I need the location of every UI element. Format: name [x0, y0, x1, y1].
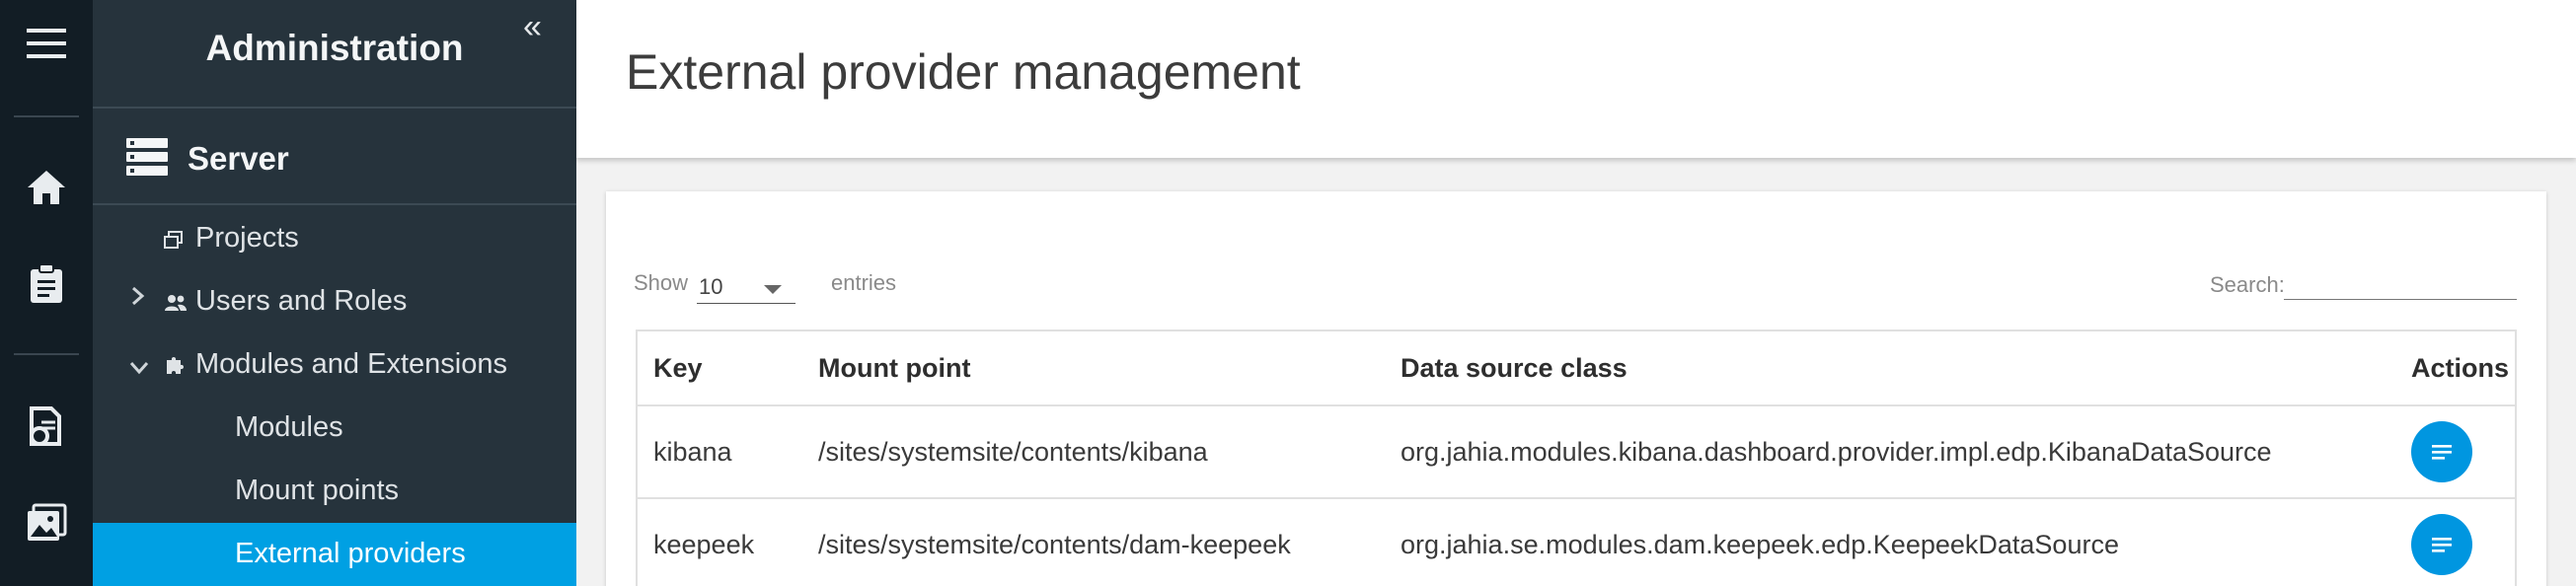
table-header-row: Key Mount point Data source class Action… — [636, 330, 2517, 406]
cell-key: keepeek — [636, 498, 802, 586]
column-header-mount-point[interactable]: Mount point — [802, 330, 1385, 406]
column-header-data-source-class[interactable]: Data source class — [1385, 330, 2395, 406]
column-header-key[interactable]: Key — [636, 330, 802, 406]
sidebar-item-label: Mount points — [235, 475, 400, 506]
users-icon — [164, 288, 188, 321]
sidebar-item-modules-and-extensions[interactable]: Modules and Extensions — [93, 333, 576, 397]
search-input[interactable] — [2284, 266, 2517, 300]
cell-actions — [2395, 405, 2517, 499]
clipboard-icon[interactable] — [0, 255, 93, 314]
lines-icon — [2432, 538, 2452, 552]
sidebar-item-mount-points[interactable]: Mount points — [93, 460, 576, 523]
page-length-value: 10 — [699, 274, 723, 299]
chevron-down-icon[interactable] — [128, 351, 150, 383]
caret-down-icon — [764, 285, 782, 294]
main-content: External provider management Show 10 ent… — [576, 0, 2576, 586]
chevron-right-icon[interactable] — [130, 282, 146, 314]
sidebar-item-label: Users and Roles — [195, 285, 408, 317]
column-header-actions: Actions — [2395, 330, 2517, 406]
puzzle-icon — [164, 351, 186, 384]
server-icon — [126, 138, 168, 181]
cell-key: kibana — [636, 405, 802, 499]
document-gear-icon[interactable] — [0, 397, 93, 456]
sidebar-item-label: External providers — [235, 538, 466, 569]
lines-icon — [2432, 445, 2452, 460]
collapse-sidebar-button[interactable]: « — [523, 8, 542, 46]
sidebar-item-label: Modules and Extensions — [195, 348, 507, 380]
sidebar-section-server[interactable]: Server — [93, 110, 576, 205]
cell-data-source-class: org.jahia.modules.kibana.dashboard.provi… — [1385, 405, 2395, 499]
home-icon[interactable] — [0, 158, 93, 217]
sidebar-item-label: Modules — [235, 411, 343, 443]
sidebar-item-users-and-roles[interactable]: Users and Roles — [93, 270, 576, 333]
sidebar-header: Administration « — [93, 0, 576, 109]
menu-icon[interactable] — [0, 14, 93, 73]
providers-card: Show 10 entries Search: Key Mount point … — [606, 191, 2546, 586]
table-row: kibana /sites/systemsite/contents/kibana… — [636, 405, 2517, 499]
table-row: keepeek /sites/systemsite/contents/dam-k… — [636, 498, 2517, 586]
page-header: External provider management — [576, 0, 2576, 158]
show-label: Show — [634, 270, 689, 295]
icon-rail — [0, 0, 93, 586]
providers-table: Key Mount point Data source class Action… — [636, 330, 2517, 586]
admin-sidebar: Administration « Server Projects Users a… — [93, 0, 576, 586]
image-icon[interactable] — [0, 493, 93, 552]
sidebar-title: Administration — [205, 28, 464, 68]
details-button[interactable] — [2411, 514, 2472, 575]
sidebar-item-modules[interactable]: Modules — [93, 397, 576, 460]
sidebar-item-projects[interactable]: Projects — [93, 207, 576, 270]
rail-divider — [14, 353, 79, 355]
details-button[interactable] — [2411, 421, 2472, 482]
section-label: Server — [188, 140, 289, 177]
entries-label: entries — [831, 270, 897, 295]
search-label: Search: — [2210, 272, 2285, 297]
rail-divider — [14, 115, 79, 117]
sidebar-item-label: Projects — [195, 222, 299, 254]
cell-mount-point: /sites/systemsite/contents/dam-keepeek — [802, 498, 1385, 586]
cell-actions — [2395, 498, 2517, 586]
page-length-select[interactable]: 10 — [697, 274, 796, 304]
sidebar-item-external-providers[interactable]: External providers — [93, 523, 576, 586]
page-title: External provider management — [626, 44, 1301, 100]
cell-mount-point: /sites/systemsite/contents/kibana — [802, 405, 1385, 499]
window-icon — [164, 225, 184, 257]
cell-data-source-class: org.jahia.se.modules.dam.keepeek.edp.Kee… — [1385, 498, 2395, 586]
